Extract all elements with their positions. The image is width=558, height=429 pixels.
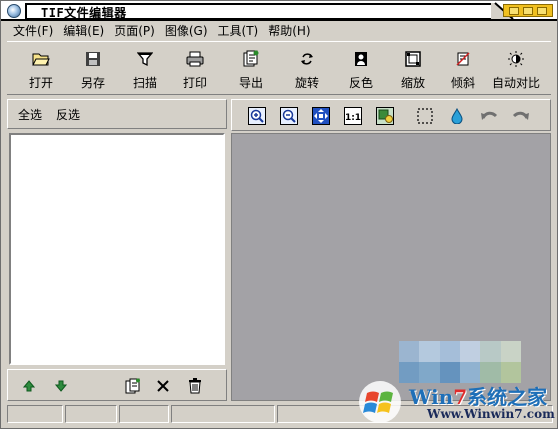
menu-page[interactable]: 页面(P) [114,22,155,39]
export-label: 导出 [238,76,263,90]
menu-image[interactable]: 图像(G) [165,22,208,39]
print-button[interactable]: 打印 [169,46,221,92]
invert-color-label: 反色 [348,76,373,90]
delete-x-icon[interactable] [154,377,172,395]
app-globe-icon [7,4,21,18]
trash-icon[interactable] [186,377,204,395]
menu-tools[interactable]: 工具(T) [218,22,259,39]
save-as-label: 另存 [80,76,105,90]
undo-icon[interactable] [480,107,498,125]
skew-button[interactable]: 倾斜 [437,46,489,92]
export-document-icon [242,50,260,68]
fit-image-icon[interactable] [376,107,394,125]
selection-rect-icon[interactable] [416,107,434,125]
scale-button[interactable]: 缩放 [387,46,439,92]
file-list-header: 全选 反选 [7,99,227,129]
watermark-brand-prefix: Win [409,385,454,409]
maximize-button[interactable] [523,6,533,15]
zoom-in-icon[interactable] [248,107,266,125]
watermark-brand-seven: 7 [453,385,468,409]
menu-bar: 文件(F) 编辑(E) 页面(P) 图像(G) 工具(T) 帮助(H) [1,21,557,39]
view-toolbar: 1:1 [231,99,551,131]
close-button[interactable] [537,6,547,15]
open-label: 打开 [28,76,53,90]
rotate-icon [298,50,316,68]
color-drop-icon[interactable] [448,107,466,125]
open-button[interactable]: 打开 [15,46,67,92]
auto-contrast-icon [507,50,525,68]
select-all-button[interactable]: 全选 [18,106,42,123]
menu-help[interactable]: 帮助(H) [268,22,310,39]
scale-frame-icon [404,50,422,68]
status-cell-4 [171,405,275,423]
main-toolbar: 打开 另存 扫描 打印 导出 旋转 反色 缩放 倾斜 自动对比 [7,41,551,95]
menu-file[interactable]: 文件(F) [13,22,53,39]
redo-icon[interactable] [512,107,530,125]
title-bar[interactable]: TIF文件编辑器 [1,1,557,21]
file-list[interactable] [9,133,225,365]
status-cell-2 [65,405,117,423]
actual-size-text: 1:1 [345,113,361,123]
status-cell-3 [119,405,169,423]
auto-contrast-button[interactable]: 自动对比 [487,46,545,92]
move-up-icon[interactable] [20,377,38,395]
rotate-button[interactable]: 旋转 [281,46,333,92]
watermark-mosaic [399,341,521,383]
watermark-brand-suffix: 系统之家 [467,385,548,409]
actual-size-icon[interactable]: 1:1 [344,107,362,125]
export-button[interactable]: 导出 [225,46,277,92]
scale-label: 缩放 [400,76,425,90]
watermark-url: Www.Winwin7.com [427,407,555,421]
minimize-button[interactable] [509,6,519,15]
auto-contrast-label: 自动对比 [491,76,540,90]
app-window: TIF文件编辑器 文件(F) 编辑(E) 页面(P) 图像(G) 工具(T) 帮… [0,0,558,429]
fit-window-icon[interactable] [312,107,330,125]
windows-logo-icon [359,381,401,423]
skew-icon [454,50,472,68]
copy-page-icon[interactable] [124,377,142,395]
scan-button[interactable]: 扫描 [119,46,171,92]
invert-select-button[interactable]: 反选 [56,106,80,123]
move-down-icon[interactable] [52,377,70,395]
scan-label: 扫描 [132,76,157,90]
floppy-disk-icon [84,50,102,68]
menu-edit[interactable]: 编辑(E) [63,22,104,39]
printer-icon [186,50,204,68]
save-as-button[interactable]: 另存 [67,46,119,92]
scanner-funnel-icon [136,50,154,68]
file-list-footer [7,369,227,401]
zoom-out-icon[interactable] [280,107,298,125]
folder-open-icon [32,50,50,68]
watermark-brand: Win7系统之家 [409,381,547,410]
skew-label: 倾斜 [450,76,475,90]
invert-color-button[interactable]: 反色 [335,46,387,92]
window-controls [503,4,553,17]
rotate-label: 旋转 [294,76,319,90]
invert-color-icon [352,50,370,68]
status-cell-1 [7,405,63,423]
print-label: 打印 [182,76,207,90]
